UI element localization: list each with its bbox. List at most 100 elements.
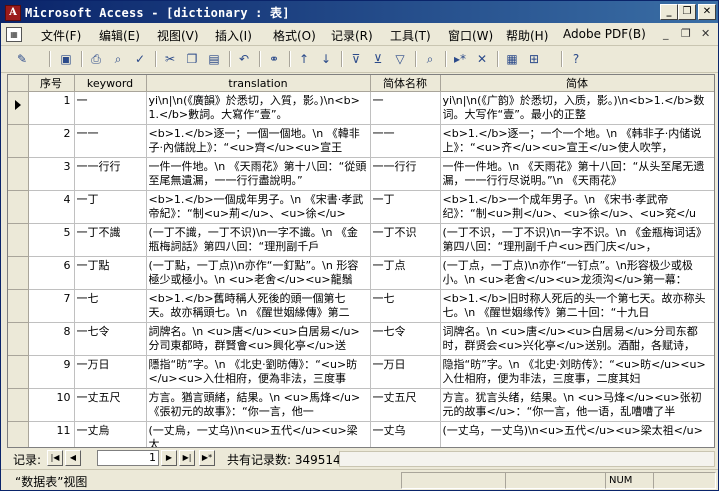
new-record-icon[interactable]: ▸* — [451, 50, 469, 68]
cell-translation[interactable]: yi\n|\n(《廣韻》於悉切，入質，影。)\n<b>1.</b>數詞。大寫作“… — [146, 91, 371, 125]
delete-record-icon[interactable]: ✕ — [473, 50, 491, 68]
horizontal-scrollbar[interactable] — [339, 451, 715, 467]
first-record-button[interactable]: |◀ — [47, 450, 63, 466]
cell-simplified[interactable]: <b>1.</b>旧时称人死后的头一个第七天。故亦称头七。\n 《醒世姻缘传》第… — [440, 289, 714, 323]
record-selector[interactable] — [8, 223, 29, 257]
cell-simplified[interactable]: (一丁点，一丁点)\n亦作“一钉点”。\n形容极少或极小。\n <u>老舍</u… — [440, 256, 714, 290]
last-record-button[interactable]: ▶| — [179, 450, 195, 466]
table-row[interactable]: 10 一丈五尺 方言。猶言頭緒，結果。\n <u>馬烽</u>《張初元的故事》：“你… — [8, 388, 714, 422]
menu-insert[interactable]: 插入(I) — [215, 27, 252, 44]
cell-simplified-name[interactable]: 一七令 — [370, 322, 441, 356]
cell-simplified[interactable]: <b>1.</b>一个成年男子。\n 《宋书·孝武帝纪》：“制<u>荆</u>、… — [440, 190, 714, 224]
cell-keyword[interactable]: 一丈五尺 — [74, 388, 147, 422]
record-selector[interactable] — [8, 388, 29, 422]
cell-translation[interactable]: 一件一件地。\n 《天雨花》第十八回：“從頭至尾無遺漏，一一行行盡說明。” — [146, 157, 371, 191]
table-document-icon[interactable]: ▦ — [6, 27, 22, 42]
table-row[interactable]: 9 一万日 隱指“昉”字。\n 《北史·劉昉傳》：“<u>昉</u><u>入仕相府，… — [8, 355, 714, 389]
record-selector[interactable] — [8, 124, 29, 158]
record-selector[interactable] — [8, 322, 29, 356]
table-row[interactable]: 8 一七令 詞牌名。\n <u>唐</u><u>白居易</u>分司東都時，群賢會<u… — [8, 322, 714, 356]
table-row[interactable]: 2 一一 <b>1.</b>逐一；一個一個地。\n 《韓非子·內儲說上》：“<u>齊… — [8, 124, 714, 158]
copy-icon[interactable]: ❐ — [183, 50, 201, 68]
cell-simplified[interactable]: yi\n|\n(《广韵》於悉切，入质，影。)\n<b>1.</b>数词。大写作“… — [440, 91, 714, 125]
cell-id[interactable]: 3 — [28, 157, 75, 191]
database-window-icon[interactable]: ▦ — [503, 50, 521, 68]
record-selector[interactable] — [8, 157, 29, 191]
cell-simplified-name[interactable]: 一万日 — [370, 355, 441, 389]
sort-ascending-icon[interactable]: ↑ — [295, 50, 313, 68]
print-icon[interactable]: ⎙ — [87, 50, 105, 68]
cell-translation[interactable]: 方言。猶言頭緒，結果。\n <u>馬烽</u>《張初元的故事》：“你一言，他一 — [146, 388, 371, 422]
cell-simplified[interactable]: <b>1.</b>逐一；一个一个地。\n 《韩非子·内储说上》：“<u>齐</u… — [440, 124, 714, 158]
cell-keyword[interactable]: 一七令 — [74, 322, 147, 356]
cell-translation[interactable]: <b>1.</b>逐一；一個一個地。\n 《韓非子·內儲說上》：“<u>齊</u… — [146, 124, 371, 158]
previous-record-button[interactable]: ◀ — [65, 450, 81, 466]
record-selector[interactable] — [8, 256, 29, 290]
cell-keyword[interactable]: 一万日 — [74, 355, 147, 389]
menu-view[interactable]: 视图(V) — [157, 27, 199, 44]
cell-id[interactable]: 11 — [28, 421, 75, 447]
cell-translation[interactable]: <b>1.</b>一個成年男子。\n 《宋書·孝武帝紀》：“制<u>荊</u>、… — [146, 190, 371, 224]
menu-edit[interactable]: 编辑(E) — [99, 27, 140, 44]
cell-keyword[interactable]: 一一行行 — [74, 157, 147, 191]
record-selector[interactable] — [8, 289, 29, 323]
cell-id[interactable]: 6 — [28, 256, 75, 290]
undo-icon[interactable]: ↶ — [235, 50, 253, 68]
find-icon[interactable]: ⌕ — [421, 50, 439, 68]
hyperlink-icon[interactable]: ⚭ — [265, 50, 283, 68]
minimize-button[interactable]: _ — [660, 4, 678, 20]
cell-keyword[interactable]: 一丁 — [74, 190, 147, 224]
column-header-keyword[interactable]: keyword — [74, 75, 147, 92]
cell-keyword[interactable]: 一丈烏 — [74, 421, 147, 447]
cell-keyword[interactable]: 一 — [74, 91, 147, 125]
cell-translation[interactable]: 詞牌名。\n <u>唐</u><u>白居易</u>分司東都時，群賢會<u>興化亭… — [146, 322, 371, 356]
filter-by-selection-icon[interactable]: ⊽ — [347, 50, 365, 68]
paste-icon[interactable]: ▤ — [205, 50, 223, 68]
cell-simplified-name[interactable]: 一丁 — [370, 190, 441, 224]
cell-translation[interactable]: <b>1.</b>舊時稱人死後的頭一個第七天。故亦稱頭七。\n 《醒世姻緣傳》第… — [146, 289, 371, 323]
filter-by-form-icon[interactable]: ⊻ — [369, 50, 387, 68]
spelling-icon[interactable]: ✓ — [131, 50, 149, 68]
cell-keyword[interactable]: 一丁點 — [74, 256, 147, 290]
cell-id[interactable]: 8 — [28, 322, 75, 356]
cell-translation[interactable]: 隱指“昉”字。\n 《北史·劉昉傳》：“<u>昉</u><u>入仕相府，便為非法… — [146, 355, 371, 389]
cell-id[interactable]: 9 — [28, 355, 75, 389]
table-row[interactable]: 4 一丁 <b>1.</b>一個成年男子。\n 《宋書·孝武帝紀》：“制<u>荊</… — [8, 190, 714, 224]
select-all-corner[interactable] — [8, 75, 29, 92]
apply-filter-icon[interactable]: ▽ — [391, 50, 409, 68]
cell-keyword[interactable]: 一七 — [74, 289, 147, 323]
cell-simplified-name[interactable]: 一 — [370, 91, 441, 125]
column-header-simplified-name[interactable]: 简体名称 — [370, 75, 441, 92]
print-preview-icon[interactable]: ⌕ — [109, 50, 127, 68]
table-row[interactable]: 6 一丁點 (一丁點，一丁点)\n亦作“一釘點”。\n 形容極少或極小。\n <u>… — [8, 256, 714, 290]
next-record-button[interactable]: ▶ — [161, 450, 177, 466]
menu-format[interactable]: 格式(O) — [273, 27, 316, 44]
cell-simplified-name[interactable]: 一一 — [370, 124, 441, 158]
table-row[interactable]: 3 一一行行 一件一件地。\n 《天雨花》第十八回：“從頭至尾無遺漏，一一行行盡說明… — [8, 157, 714, 191]
menu-file[interactable]: 文件(F) — [41, 27, 81, 44]
record-selector[interactable] — [8, 421, 29, 447]
cell-simplified-name[interactable]: 一七 — [370, 289, 441, 323]
column-header-simplified[interactable]: 简体 — [440, 75, 714, 92]
cell-id[interactable]: 4 — [28, 190, 75, 224]
cell-simplified-name[interactable]: 一丁点 — [370, 256, 441, 290]
help-icon[interactable]: ? — [567, 50, 585, 68]
cell-simplified[interactable]: (一丁不识，一丁不识)\n一字不识。\n 《金瓶梅词话》第四八回：“理刑副千户<… — [440, 223, 714, 257]
cell-simplified-name[interactable]: 一丈乌 — [370, 421, 441, 447]
cell-simplified[interactable]: 一件一件地。\n 《天雨花》第十八回：“从头至尾无遗漏，一一行行尽说明。”\n … — [440, 157, 714, 191]
cell-translation[interactable]: (一丁不識，一丁不识)\n一字不識。\n 《金瓶梅詞話》第四八回：“理刑副千戶 — [146, 223, 371, 257]
cell-id[interactable]: 10 — [28, 388, 75, 422]
doc-minimize-button[interactable]: _ — [663, 27, 669, 40]
access-app-icon[interactable]: A — [5, 5, 21, 21]
cell-id[interactable]: 5 — [28, 223, 75, 257]
cell-simplified[interactable]: 隐指“昉”字。\n 《北史·刘昉传》：“<u>昉</u><u>入仕相府，便为非法… — [440, 355, 714, 389]
new-object-icon[interactable]: ⊞ — [525, 50, 543, 68]
cell-id[interactable]: 7 — [28, 289, 75, 323]
doc-close-button[interactable]: ✕ — [701, 27, 710, 40]
column-header-translation[interactable]: translation — [146, 75, 371, 92]
save-icon[interactable]: ▣ — [57, 50, 75, 68]
cell-id[interactable]: 2 — [28, 124, 75, 158]
cell-simplified-name[interactable]: 一丈五尺 — [370, 388, 441, 422]
design-view-icon[interactable]: ✎ — [13, 50, 31, 68]
menu-window[interactable]: 窗口(W) — [448, 27, 493, 44]
